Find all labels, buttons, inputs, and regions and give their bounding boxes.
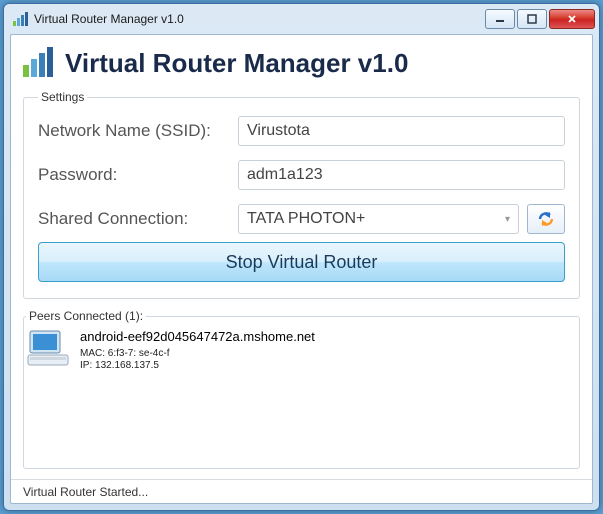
peer-ip: IP: 132.168.137.5 [80, 360, 315, 372]
peer-hostname: android-eef92d045647472a.mshome.net [80, 329, 315, 344]
password-input[interactable] [238, 160, 565, 190]
peers-legend: Peers Connected (1): [26, 309, 146, 323]
page-title: Virtual Router Manager v1.0 [65, 48, 408, 79]
window-controls [485, 9, 595, 29]
status-text: Virtual Router Started... [15, 485, 148, 499]
computer-icon [26, 329, 70, 369]
stop-router-button[interactable]: Stop Virtual Router [38, 242, 565, 282]
minimize-button[interactable] [485, 9, 515, 29]
settings-group: Settings Network Name (SSID): Password: … [23, 90, 580, 299]
peer-item[interactable]: android-eef92d045647472a.mshome.net MAC:… [26, 329, 579, 372]
app-logo-icon [23, 45, 55, 82]
refresh-button[interactable] [527, 204, 565, 234]
peer-mac: MAC: 6:f3-7: se-4c-f [80, 348, 315, 360]
app-icon [12, 11, 28, 27]
client-area: Virtual Router Manager v1.0 Settings Net… [10, 34, 593, 504]
shared-connection-label: Shared Connection: [38, 209, 238, 229]
refresh-icon [536, 210, 556, 228]
shared-connection-select[interactable]: TATA PHOTON+ ▾ [238, 204, 519, 234]
shared-connection-value: TATA PHOTON+ [247, 210, 365, 228]
chevron-down-icon: ▾ [505, 214, 510, 225]
maximize-button[interactable] [517, 9, 547, 29]
password-label: Password: [38, 165, 238, 185]
password-row: Password: [38, 160, 565, 190]
shared-connection-row: Shared Connection: TATA PHOTON+ ▾ [38, 204, 565, 234]
ssid-input[interactable] [238, 116, 565, 146]
ssid-row: Network Name (SSID): [38, 116, 565, 146]
window-title: Virtual Router Manager v1.0 [34, 12, 485, 26]
app-header: Virtual Router Manager v1.0 [23, 45, 580, 82]
peers-group: Peers Connected (1): android-eef92d04564… [23, 309, 580, 469]
settings-legend: Settings [38, 90, 87, 104]
titlebar[interactable]: Virtual Router Manager v1.0 [4, 4, 599, 34]
ssid-label: Network Name (SSID): [38, 121, 238, 141]
application-window: Virtual Router Manager v1.0 Virtual Rout… [3, 3, 600, 511]
close-button[interactable] [549, 9, 595, 29]
status-bar: Virtual Router Started... [11, 479, 592, 503]
peer-info: android-eef92d045647472a.mshome.net MAC:… [80, 329, 315, 372]
